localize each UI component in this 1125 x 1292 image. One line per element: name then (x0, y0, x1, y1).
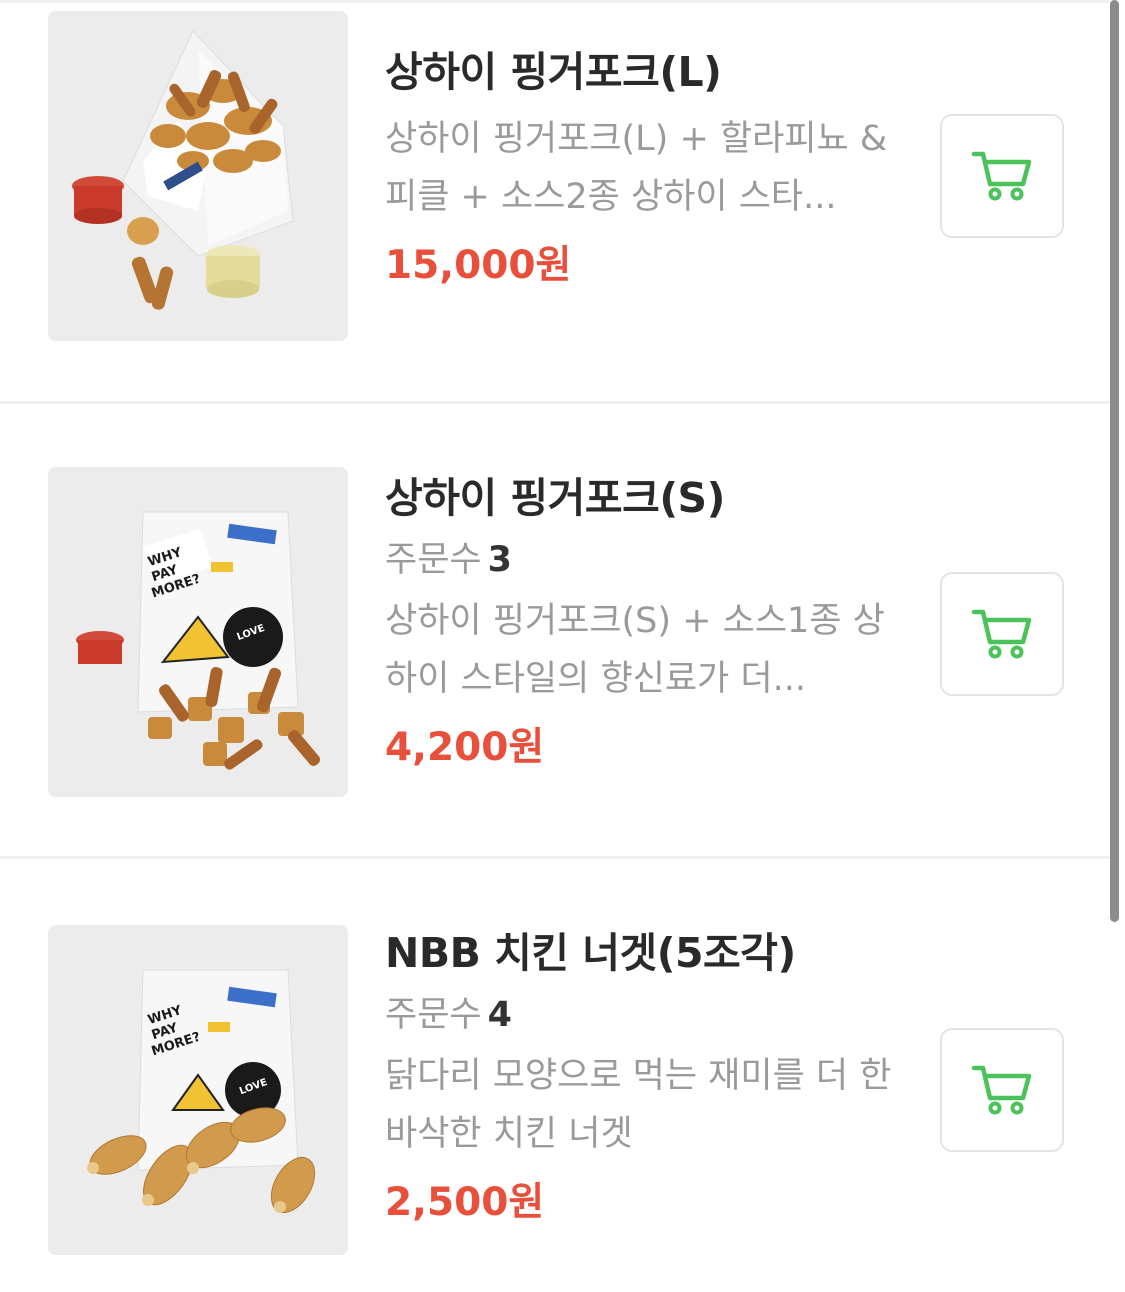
menu-item-info: NBB 치킨 너겟(5조각) 주문수 4 닭다리 모양으로 먹는 재미를 더 한 … (385, 925, 895, 1231)
order-count-value: 4 (487, 995, 512, 1035)
menu-item[interactable]: WHY PAY MORE? LOVE (0, 401, 1110, 856)
scrollbar[interactable] (1110, 0, 1119, 922)
fried-pork-box-image (48, 11, 348, 341)
menu-item-info: 상하이 핑거포크(L) 상하이 핑거포크(L) + 할라피뇨 &피클 + 소스2… (385, 44, 895, 294)
menu-item[interactable]: WHY PAY MORE? LOVE (0, 856, 1110, 1292)
menu-item-name: 상하이 핑거포크(S) (385, 474, 725, 522)
order-count-label: 주문수 (385, 540, 482, 580)
cart-icon (971, 609, 1032, 659)
add-to-cart-button[interactable] (940, 114, 1064, 238)
menu-item-image[interactable]: WHY PAY MORE? LOVE (48, 467, 348, 797)
order-count-value: 3 (487, 540, 512, 580)
menu-item-description: 상하이 핑거포크(L) + 할라피뇨 &피클 + 소스2종 상하이 스타... (385, 119, 888, 217)
menu-item-price: 2,500원 (385, 1180, 545, 1225)
add-to-cart-button[interactable] (940, 572, 1064, 696)
cart-icon (971, 1065, 1032, 1115)
menu-item-description: 닭다리 모양으로 먹는 재미를 더 한 바삭한 치킨 너겟 (385, 1056, 892, 1154)
cart-icon (971, 151, 1032, 201)
menu-item-image[interactable]: WHY PAY MORE? LOVE (48, 925, 348, 1255)
fried-pork-bag-image: WHY PAY MORE? LOVE (48, 467, 348, 797)
menu-item-name: 상하이 핑거포크(L) (385, 48, 722, 96)
menu-item-name: NBB 치킨 너겟(5조각) (385, 929, 796, 977)
menu-item-info: 상하이 핑거포크(S) 주문수 3 상하이 핑거포크(S) + 소스1종 상하이 … (385, 470, 895, 776)
order-count: 주문수 3 (385, 534, 895, 586)
menu-item-image[interactable] (48, 11, 348, 341)
menu-item[interactable]: 상하이 핑거포크(L) 상하이 핑거포크(L) + 할라피뇨 &피클 + 소스2… (0, 0, 1110, 455)
add-to-cart-button[interactable] (940, 1028, 1064, 1152)
menu-item-description: 상하이 핑거포크(S) + 소스1종 상하이 스타일의 향신료가 더... (385, 601, 885, 699)
order-count: 주문수 4 (385, 989, 895, 1041)
menu-item-price: 4,200원 (385, 725, 545, 770)
chicken-nugget-bag-image: WHY PAY MORE? LOVE (48, 925, 348, 1255)
menu-list-page: 상하이 핑거포크(L) 상하이 핑거포크(L) + 할라피뇨 &피클 + 소스2… (0, 0, 1125, 1292)
order-count-label: 주문수 (385, 995, 482, 1035)
menu-item-price: 15,000원 (385, 243, 572, 288)
